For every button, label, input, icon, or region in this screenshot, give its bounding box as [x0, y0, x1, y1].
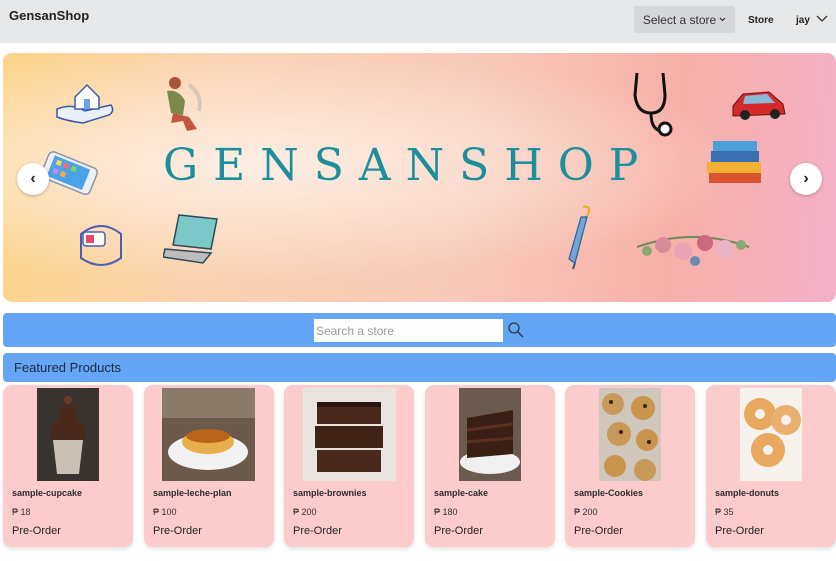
stethoscope-icon — [633, 72, 673, 137]
smartwatch-icon — [80, 225, 122, 266]
product-card-cake[interactable]: sample-cake ₱ 180 Pre-Order — [425, 385, 555, 547]
house-hand-icon — [56, 83, 114, 124]
pre-order-button[interactable]: Pre-Order — [574, 525, 623, 537]
featured-header: Featured Products — [3, 353, 836, 382]
laptop-icon — [163, 214, 218, 264]
product-image[interactable] — [37, 388, 99, 481]
select-store-dropdown[interactable]: Select a store — [634, 6, 735, 33]
select-store-label: Select a store — [642, 12, 717, 27]
carousel-prev-button[interactable]: ‹ — [17, 163, 49, 195]
product-card-brownies[interactable]: sample-brownies ₱ 200 Pre-Order — [284, 385, 414, 547]
navbar: GensanShop Select a store Store jay — [0, 0, 836, 43]
product-image[interactable] — [162, 388, 255, 481]
store-search-bar — [3, 313, 836, 347]
product-price: ₱ 200 — [293, 507, 317, 517]
product-card-cookies[interactable]: sample-Cookies ₱ 200 Pre-Order — [565, 385, 695, 547]
product-name[interactable]: sample-donuts — [715, 488, 779, 498]
product-image[interactable] — [740, 388, 802, 481]
nav-store-link[interactable]: Store — [748, 15, 774, 26]
product-price: ₱ 18 — [12, 507, 31, 517]
books-icon — [707, 141, 761, 183]
brand-logo[interactable]: GensanShop — [9, 8, 89, 23]
chevron-down-icon[interactable] — [815, 14, 829, 24]
product-price: ₱ 200 — [574, 507, 598, 517]
pre-order-button[interactable]: Pre-Order — [293, 525, 342, 537]
carousel-next-button[interactable]: › — [790, 163, 822, 195]
featured-title: Featured Products — [14, 360, 121, 375]
car-icon — [732, 91, 786, 120]
product-card-cupcake[interactable]: sample-cupcake ₱ 18 Pre-Order — [3, 385, 133, 547]
product-image[interactable] — [599, 388, 661, 481]
chevron-down-icon — [719, 17, 726, 22]
hero-title: GENSANSHOP — [163, 140, 654, 191]
pre-order-button[interactable]: Pre-Order — [434, 525, 483, 537]
pre-order-button[interactable]: Pre-Order — [12, 525, 61, 537]
product-card-donuts[interactable]: sample-donuts ₱ 35 Pre-Order — [706, 385, 836, 547]
product-card-leche-plan[interactable]: sample-leche-plan ₱ 100 Pre-Order — [144, 385, 274, 547]
search-input[interactable] — [314, 319, 503, 342]
person-illustration-icon — [167, 77, 202, 131]
pre-order-button[interactable]: Pre-Order — [715, 525, 764, 537]
product-name[interactable]: sample-leche-plan — [153, 488, 232, 498]
product-image[interactable] — [303, 388, 396, 481]
product-name[interactable]: sample-cupcake — [12, 488, 82, 498]
hero-carousel: GENSANSHOP ‹ › — [3, 53, 836, 302]
umbrella-icon — [568, 205, 591, 270]
product-image[interactable] — [459, 388, 521, 481]
user-menu[interactable]: jay — [796, 15, 810, 26]
search-icon[interactable] — [507, 321, 524, 338]
product-name[interactable]: sample-brownies — [293, 488, 367, 498]
flowers-icon — [636, 235, 750, 266]
product-price: ₱ 100 — [153, 507, 177, 517]
product-name[interactable]: sample-Cookies — [574, 488, 643, 498]
product-name[interactable]: sample-cake — [434, 488, 488, 498]
product-price: ₱ 180 — [434, 507, 458, 517]
pre-order-button[interactable]: Pre-Order — [153, 525, 202, 537]
product-price: ₱ 35 — [715, 507, 734, 517]
